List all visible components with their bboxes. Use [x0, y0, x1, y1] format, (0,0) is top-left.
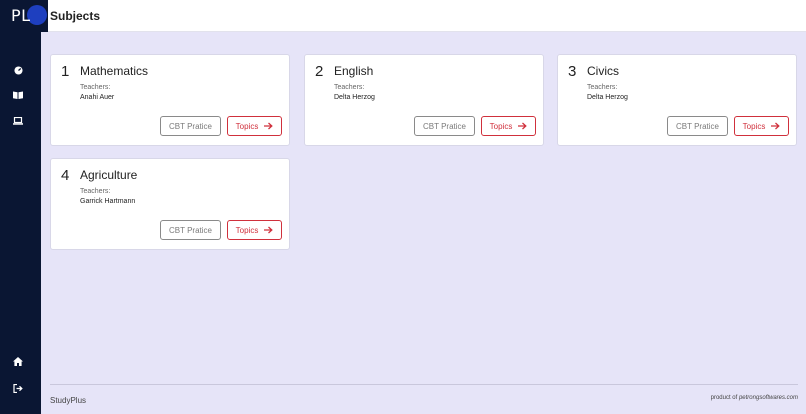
teacher-name: Anahi Auer [80, 94, 115, 101]
subject-number: 4 [61, 167, 70, 184]
app-logo[interactable]: PL [0, 0, 48, 32]
topics-label: Topics [489, 121, 513, 131]
topics-label: Topics [742, 121, 766, 131]
home-icon [13, 356, 23, 366]
cbt-practice-label: CBT Pratice [676, 121, 719, 131]
teachers-label: Teachers: [80, 188, 111, 195]
subject-card: 4 Agriculture Teachers: Garrick Hartmann… [50, 158, 290, 250]
topics-button[interactable]: Topics [481, 116, 536, 136]
topics-button[interactable]: Topics [734, 116, 789, 136]
subject-card: 2 English Teachers: Delta Herzog CBT Pra… [304, 54, 544, 146]
subject-number: 3 [568, 63, 577, 80]
topics-label: Topics [235, 225, 259, 235]
cbt-practice-button[interactable]: CBT Pratice [160, 220, 221, 240]
cbt-practice-label: CBT Pratice [423, 121, 466, 131]
footer-credit-prefix: product of [710, 395, 739, 401]
teacher-name: Garrick Hartmann [80, 198, 136, 205]
logo-text: PL [11, 6, 31, 25]
subject-number: 1 [61, 63, 70, 80]
sidebar-item-home[interactable] [10, 353, 26, 369]
sidebar [0, 32, 41, 414]
teacher-name: Delta Herzog [587, 94, 628, 101]
top-bar: PL Subjects [0, 0, 806, 32]
cbt-practice-label: CBT Pratice [169, 121, 212, 131]
footer-divider [50, 384, 798, 385]
cbt-practice-button[interactable]: CBT Pratice [667, 116, 728, 136]
cbt-practice-button[interactable]: CBT Pratice [160, 116, 221, 136]
book-open-icon [13, 91, 23, 99]
subject-card: 3 Civics Teachers: Delta Herzog CBT Prat… [557, 54, 797, 146]
footer-credit: product of petrongsoftwares.com [711, 395, 798, 401]
arrow-right-icon [518, 122, 528, 130]
sidebar-item-logout[interactable] [10, 380, 26, 396]
sidebar-item-subjects[interactable] [10, 87, 26, 103]
page-title: Subjects [50, 9, 101, 23]
topics-button[interactable]: Topics [227, 116, 282, 136]
subject-title: Agriculture [80, 168, 138, 182]
sidebar-item-dashboard[interactable] [10, 62, 26, 78]
subject-title: Civics [587, 64, 619, 78]
cbt-practice-button[interactable]: CBT Pratice [414, 116, 475, 136]
topics-label: Topics [235, 121, 259, 131]
subject-card: 1 Mathematics Teachers: Anahi Auer CBT P… [50, 54, 290, 146]
arrow-right-icon [264, 226, 274, 234]
cbt-practice-label: CBT Pratice [169, 225, 212, 235]
teachers-label: Teachers: [587, 84, 618, 91]
teachers-label: Teachers: [334, 84, 365, 91]
sidebar-item-cbt[interactable] [10, 113, 26, 129]
subject-title: Mathematics [80, 64, 149, 78]
footer-brand: StudyPlus [50, 396, 87, 405]
teachers-label: Teachers: [80, 84, 111, 91]
subject-title: English [334, 64, 374, 78]
arrow-right-icon [771, 122, 781, 130]
arrow-right-icon [264, 122, 274, 130]
sign-out-icon [13, 383, 23, 393]
footer-credit-link[interactable]: petrongsoftwares.com [739, 395, 798, 401]
laptop-icon [13, 117, 23, 125]
topics-button[interactable]: Topics [227, 220, 282, 240]
teacher-name: Delta Herzog [334, 94, 375, 101]
subject-number: 2 [315, 63, 324, 80]
gauge-icon [13, 65, 23, 75]
